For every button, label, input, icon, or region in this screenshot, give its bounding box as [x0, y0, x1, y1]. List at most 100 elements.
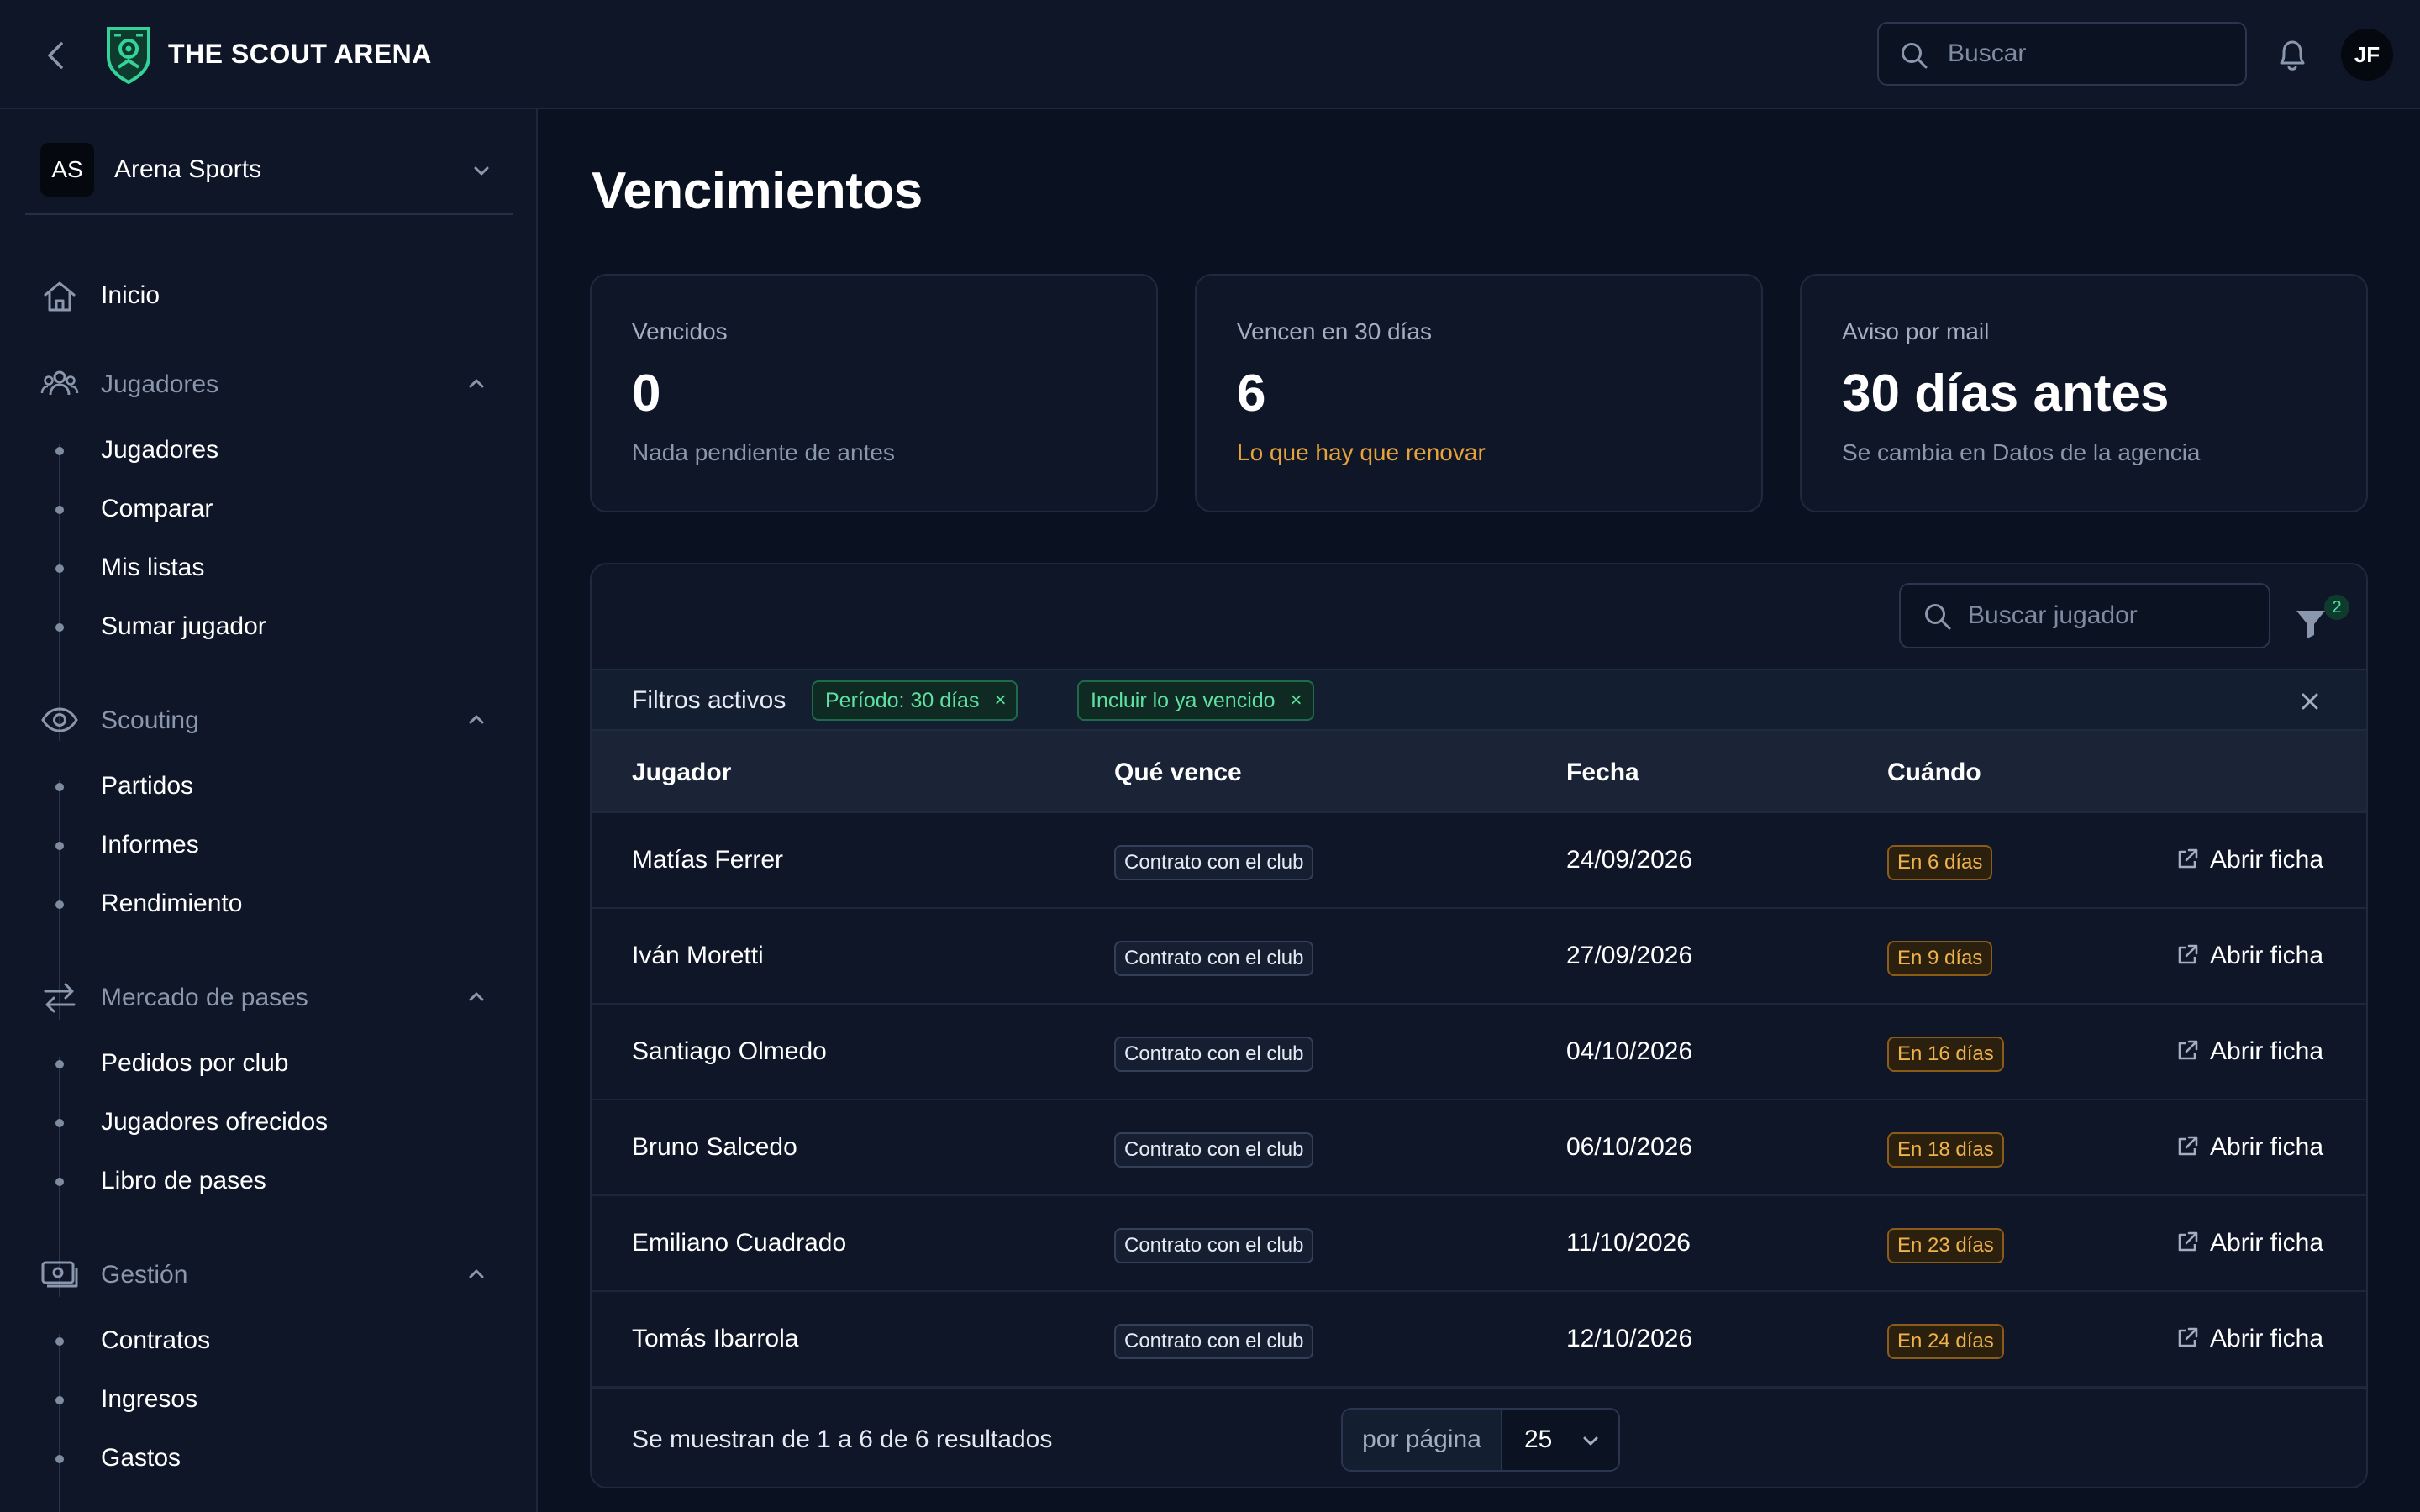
sidebar-item-jugadores[interactable]: Jugadores	[52, 432, 506, 470]
chevron-up-icon[interactable]	[464, 707, 489, 732]
chevron-up-icon[interactable]	[464, 371, 489, 396]
external-link-icon	[2175, 1038, 2200, 1063]
open-profile-link[interactable]: Abrir ficha	[2175, 1131, 2351, 1164]
sidebar-section-mercado-de-pases[interactable]: Mercado de pases	[40, 976, 511, 1020]
search-input[interactable]	[1948, 24, 2233, 84]
chevron-up-icon[interactable]	[464, 1262, 489, 1287]
active-filters-label: Filtros activos	[632, 686, 786, 714]
sidebar-item-libro-de-pases[interactable]: Libro de pases	[52, 1163, 506, 1201]
org-switcher[interactable]: AS Arena Sports	[25, 139, 513, 215]
chevron-up-icon[interactable]	[464, 984, 489, 1010]
sidebar-item-sumar-jugador[interactable]: Sumar jugador	[52, 608, 506, 647]
sidebar-item-label: Partidos	[101, 772, 194, 800]
sidebar-item-inicio[interactable]: Inicio	[40, 274, 511, 318]
active-filters-bar: Filtros activos Período: 30 días × Inclu…	[592, 669, 2366, 731]
user-avatar[interactable]: JF	[2341, 29, 2393, 81]
sidebar-item-rendimiento[interactable]: Rendimiento	[52, 885, 506, 924]
table-row[interactable]: Bruno Salcedo Contrato con el club 06/10/2…	[592, 1100, 2366, 1196]
app-name: THE SCOUT ARENA	[168, 39, 432, 69]
sidebar-section-scouting[interactable]: Scouting	[40, 699, 511, 743]
time-remaining-badge: En 18 días	[1887, 1132, 2004, 1168]
sidebar-section-label: Mercado de pases	[101, 984, 308, 1011]
money-icon	[40, 1255, 79, 1294]
global-search[interactable]	[1877, 22, 2247, 86]
open-profile-link[interactable]: Abrir ficha	[2175, 1226, 2351, 1260]
sidebar-item-label: Sumar jugador	[101, 612, 266, 640]
stat-subtext: Se cambia en Datos de la agencia	[1842, 439, 2201, 465]
player-search-input[interactable]	[1968, 585, 2254, 647]
notifications-bell-icon[interactable]	[2274, 35, 2311, 74]
column-header-jugador[interactable]: Jugador	[632, 758, 731, 788]
table-row[interactable]: Santiago Olmedo Contrato con el club 04/10…	[592, 1005, 2366, 1100]
expiry-type-badge: Contrato con el club	[1114, 1132, 1314, 1168]
chip-remove-icon[interactable]: ×	[1291, 682, 1302, 719]
table-row[interactable]: Iván Moretti Contrato con el club 27/09/20…	[592, 909, 2366, 1005]
column-header-fecha[interactable]: Fecha	[1566, 758, 1639, 788]
expiry-date: 11/10/2026	[1566, 1229, 1691, 1257]
filter-button[interactable]: 2	[2292, 595, 2360, 645]
bullet	[55, 1060, 64, 1068]
open-profile-link[interactable]: Abrir ficha	[2175, 1322, 2351, 1356]
expiry-date: 06/10/2026	[1566, 1133, 1693, 1161]
player-name: Emiliano Cuadrado	[632, 1229, 847, 1257]
sidebar-item-pedidos-por-club[interactable]: Pedidos por club	[52, 1045, 506, 1084]
open-profile-label: Abrir ficha	[2210, 942, 2324, 969]
player-search[interactable]	[1899, 583, 2270, 648]
filter-count-badge: 2	[2324, 595, 2349, 620]
table-row[interactable]: Tomás Ibarrola Contrato con el club 12/10/…	[592, 1292, 2366, 1388]
sidebar-item-mis-listas[interactable]: Mis listas	[52, 549, 506, 588]
logo-shield-icon[interactable]	[104, 24, 153, 84]
sidebar-item-gastos[interactable]: Gastos	[52, 1440, 506, 1478]
clear-filters-close-icon[interactable]	[2297, 689, 2323, 714]
stat-value: 0	[632, 365, 661, 423]
sidebar-item-contratos[interactable]: Contratos	[52, 1322, 506, 1361]
bullet	[55, 623, 64, 632]
table-row[interactable]: Matías Ferrer Contrato con el club 24/09/2…	[592, 813, 2366, 909]
sidebar-item-label: Libro de pases	[101, 1167, 266, 1194]
bullet	[55, 1396, 64, 1404]
sidebar-item-label: Jugadores	[101, 436, 219, 464]
filter-chip-incluir-vencido[interactable]: Incluir lo ya vencido ×	[1077, 680, 1314, 721]
sidebar-item-partidos[interactable]: Partidos	[52, 768, 506, 806]
filter-funnel-icon	[2294, 606, 2328, 640]
sidebar-item-label: Rendimiento	[101, 890, 243, 917]
sidebar-item-label: Contratos	[101, 1326, 211, 1354]
bullet	[55, 900, 64, 909]
sidebar-section-label: Jugadores	[101, 370, 219, 398]
open-profile-label: Abrir ficha	[2210, 846, 2324, 874]
time-remaining-badge: En 24 días	[1887, 1324, 2004, 1359]
stat-value: 6	[1237, 365, 1266, 423]
sidebar-section-jugadores[interactable]: Jugadores	[40, 363, 511, 407]
column-header-que-vence[interactable]: Qué vence	[1114, 758, 1242, 788]
sidebar-item-ingresos[interactable]: Ingresos	[52, 1381, 506, 1420]
table-row[interactable]: Emiliano Cuadrado Contrato con el club 11/…	[592, 1196, 2366, 1292]
chip-remove-icon[interactable]: ×	[994, 682, 1006, 719]
sidebar-item-label: Gastos	[101, 1444, 182, 1472]
open-profile-link[interactable]: Abrir ficha	[2175, 843, 2351, 877]
back-arrow-icon[interactable]	[39, 37, 76, 74]
sidebar-section-gestion[interactable]: Gestión	[40, 1253, 511, 1297]
bullet	[55, 506, 64, 514]
player-name: Iván Moretti	[632, 942, 764, 969]
home-icon	[40, 277, 79, 316]
filter-chip-periodo[interactable]: Período: 30 días ×	[812, 680, 1018, 721]
open-profile-link[interactable]: Abrir ficha	[2175, 939, 2351, 973]
sidebar-item-comparar[interactable]: Comparar	[52, 491, 506, 529]
sidebar-item-jugadores-ofrecidos[interactable]: Jugadores ofrecidos	[52, 1104, 506, 1142]
bullet	[55, 783, 64, 791]
open-profile-label: Abrir ficha	[2210, 1037, 2324, 1065]
sidebar-item-informes[interactable]: Informes	[52, 827, 506, 865]
external-link-icon	[2175, 1230, 2200, 1255]
stat-card-vencen-30-dias: Vencen en 30 días 6 Lo que hay que renov…	[1195, 274, 1763, 512]
search-icon	[1923, 601, 1953, 632]
expiry-type-badge: Contrato con el club	[1114, 1037, 1314, 1072]
column-header-cuando[interactable]: Cuándo	[1887, 758, 1981, 788]
expiry-type-badge: Contrato con el club	[1114, 1324, 1314, 1359]
eye-icon	[40, 701, 79, 739]
per-page-select[interactable]: por página 25	[1341, 1408, 1620, 1472]
sidebar-item-label: Mis listas	[101, 554, 205, 581]
player-name: Bruno Salcedo	[632, 1133, 797, 1161]
sidebar-item-label: Inicio	[101, 281, 160, 309]
bullet	[55, 1178, 64, 1186]
open-profile-link[interactable]: Abrir ficha	[2175, 1035, 2351, 1068]
